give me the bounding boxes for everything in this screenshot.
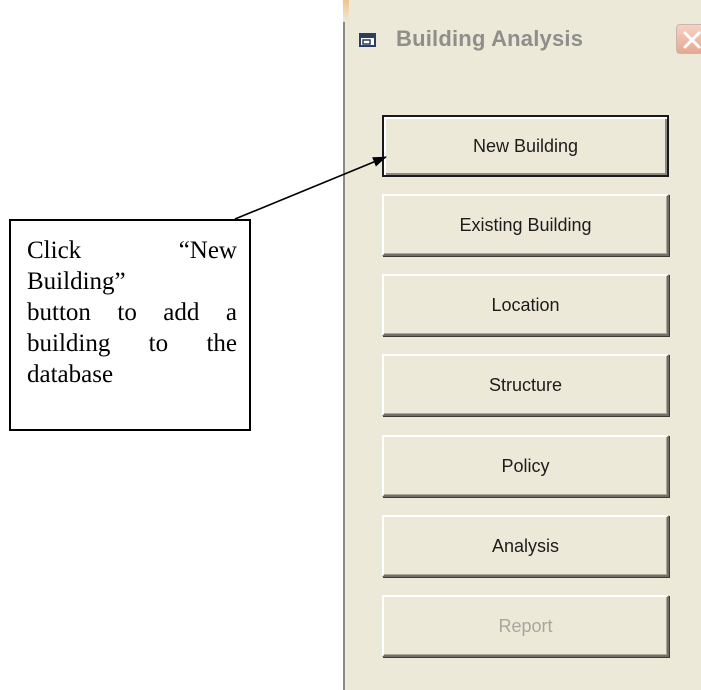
structure-button[interactable]: Structure [382,354,669,416]
callout-line: Click “New [27,237,237,264]
building-analysis-window: Building Analysis New Building Existing … [343,0,701,690]
callout-line: button to add a [27,299,237,326]
analysis-label: Analysis [491,535,560,556]
instruction-callout: Click “New Building” button to add a bui… [9,219,251,431]
existing-building-label: Existing Building [459,214,592,235]
existing-building-button[interactable]: Existing Building [382,194,669,256]
policy-button[interactable]: Policy [382,435,669,497]
close-button[interactable] [676,24,701,54]
callout-line: Building” [27,268,126,295]
structure-label: Structure [488,374,563,395]
title-bar-accent [343,0,349,22]
analysis-button[interactable]: Analysis [382,515,669,577]
new-building-button[interactable]: New Building [382,115,669,177]
new-building-label: New Building [472,135,579,156]
location-label: Location [491,294,560,315]
title-bar[interactable]: Building Analysis [343,0,701,86]
close-icon [683,31,701,49]
report-label: Report [498,615,553,636]
report-button: Report [382,595,669,657]
callout-line: database [27,361,114,388]
location-button[interactable]: Location [382,274,669,336]
window-title: Building Analysis [396,26,584,51]
policy-label: Policy [501,455,550,476]
app-window-icon[interactable] [358,30,378,50]
callout-line: building to the [27,330,237,357]
